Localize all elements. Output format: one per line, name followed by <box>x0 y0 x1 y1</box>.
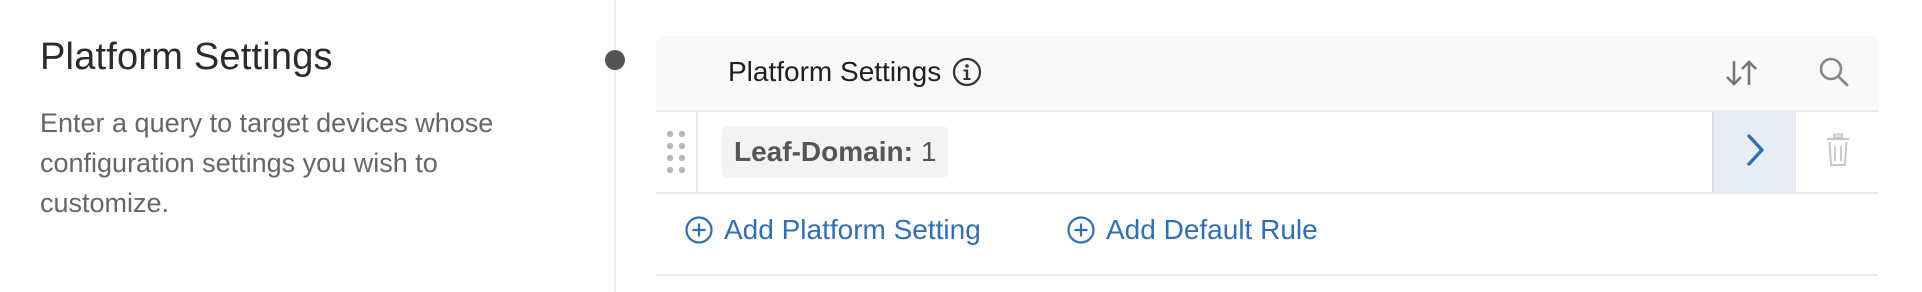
delete-rule-button[interactable] <box>1794 112 1880 192</box>
panel-actions-row: Add Platform Setting Add Default Rule <box>656 194 1878 276</box>
sort-arrows-icon[interactable] <box>1722 53 1762 93</box>
platform-settings-panel: Platform Settings Leaf-Domain: 1 Add Pla… <box>656 36 1878 276</box>
rule-query-chip[interactable]: Leaf-Domain: 1 <box>722 126 949 178</box>
drag-handle-icon[interactable] <box>656 112 698 192</box>
timeline-dot-icon <box>605 50 625 70</box>
rule-row: Leaf-Domain: 1 <box>656 112 1878 194</box>
rule-value: 1 <box>920 136 937 167</box>
panel-title-group: Platform Settings <box>728 56 983 88</box>
plus-circle-icon <box>685 216 713 244</box>
section-title: Platform Settings <box>40 36 333 78</box>
add-platform-setting-button[interactable]: Add Platform Setting <box>684 214 981 246</box>
add-platform-setting-label: Add Platform Setting <box>724 214 981 245</box>
panel-title: Platform Settings <box>728 56 942 87</box>
add-default-rule-label: Add Default Rule <box>1106 214 1318 245</box>
vertical-divider <box>614 0 616 292</box>
platform-settings-page: Platform Settings Enter a query to targe… <box>0 0 1922 292</box>
info-circle-icon[interactable] <box>951 56 983 88</box>
expand-rule-button[interactable] <box>1712 112 1796 192</box>
section-description: Enter a query to target devices whose co… <box>40 108 494 218</box>
panel-header: Platform Settings <box>656 36 1878 112</box>
trash-icon <box>1824 133 1852 172</box>
chevron-right-icon <box>1740 130 1770 175</box>
search-icon[interactable] <box>1816 54 1852 90</box>
rule-key: Leaf-Domain: <box>734 136 913 167</box>
add-default-rule-button[interactable]: Add Default Rule <box>1066 214 1318 246</box>
plus-circle-icon <box>1067 216 1095 244</box>
section-description-column: Platform Settings Enter a query to targe… <box>40 36 580 223</box>
